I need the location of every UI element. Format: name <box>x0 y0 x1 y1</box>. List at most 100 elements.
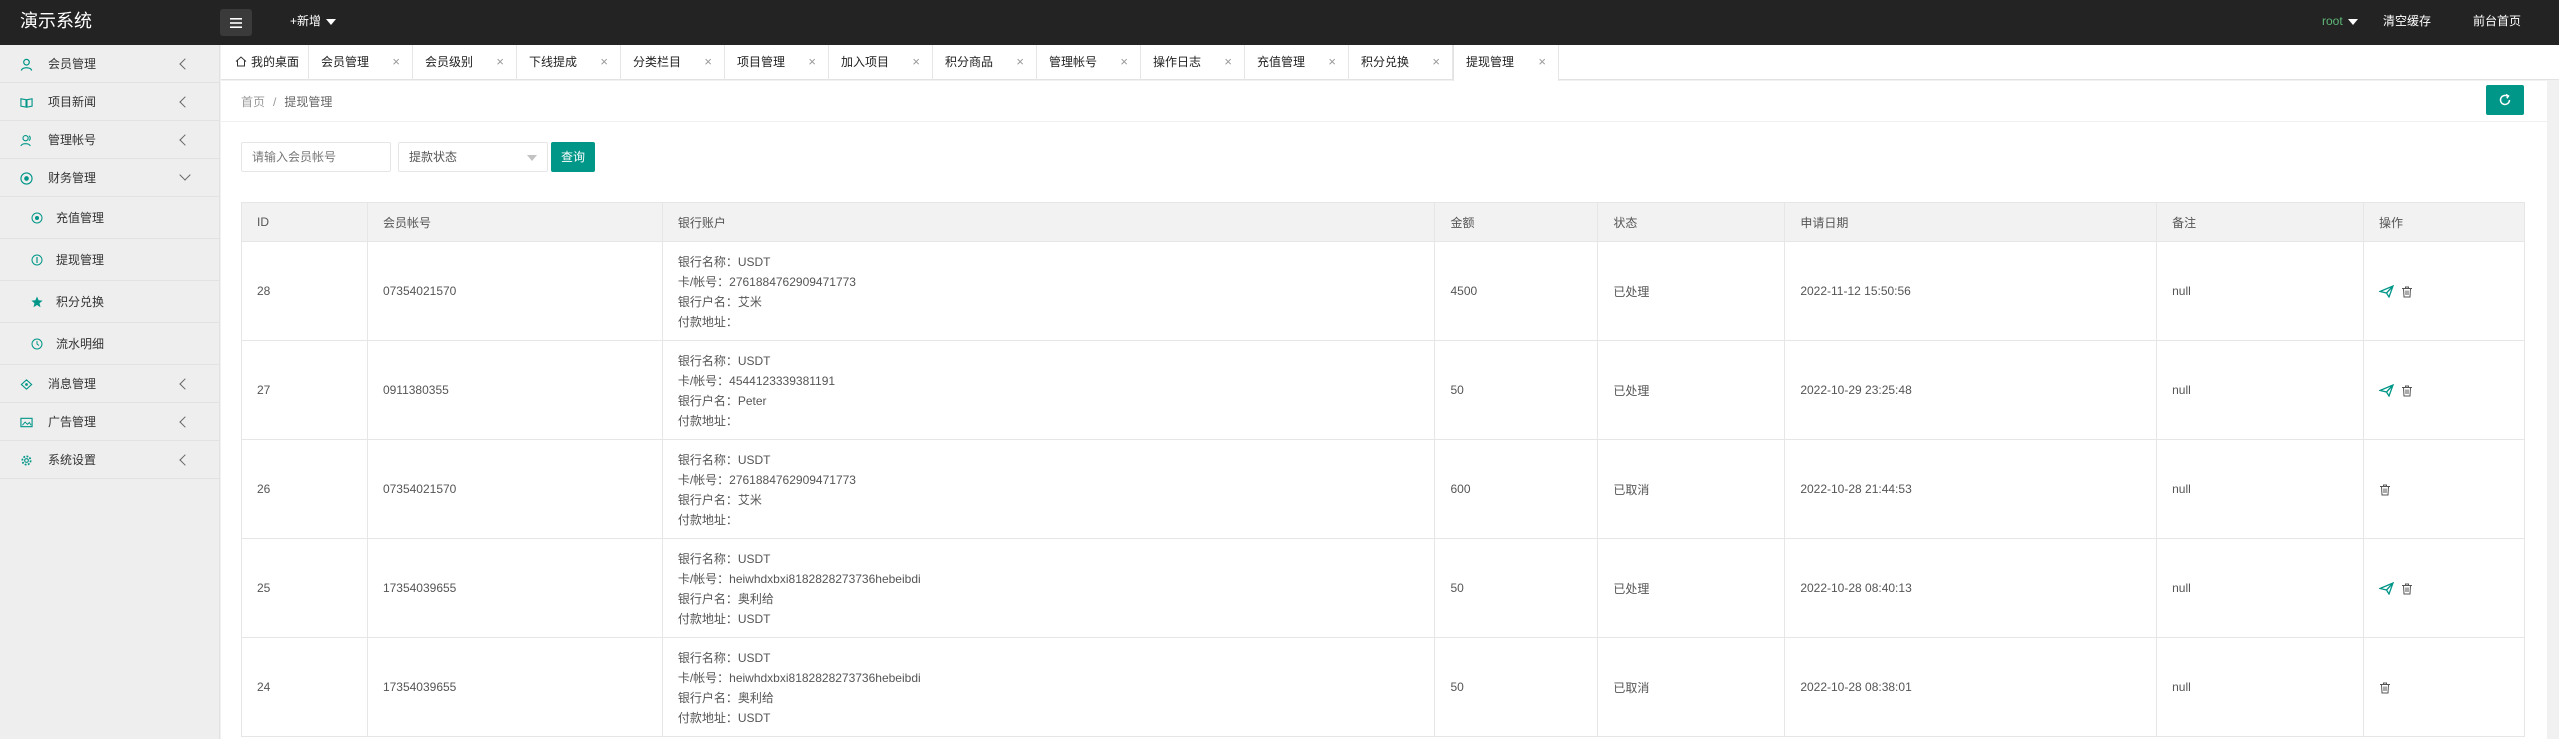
sidebar-item-label: 管理帐号 <box>48 133 97 147</box>
cell-amount: 50 <box>1434 538 1599 638</box>
username: root <box>2322 14 2343 28</box>
breadcrumb-home[interactable]: 首页 <box>241 95 265 109</box>
tab-operation-log[interactable]: 操作日志 × <box>1141 45 1245 80</box>
column-header: 金额 <box>1434 202 1599 242</box>
card-value: 2761884762909471773 <box>729 274 856 289</box>
tab-withdraw[interactable]: 提现管理 × <box>1453 45 1559 81</box>
tab-bar: 我的桌面 会员管理 × 会员级别 × 下线提成 × 分类栏目 × 项目管理 × 加入项目 ×… <box>221 45 2559 81</box>
bank-name-value: USDT <box>737 353 771 368</box>
tab-members[interactable]: 会员管理 × <box>309 45 413 80</box>
cell-account: 07354021570 <box>366 439 663 539</box>
address-value: USDT <box>737 710 771 725</box>
cell-id: 24 <box>241 637 368 737</box>
sidebar-item-finance[interactable]: 财务管理 <box>0 159 219 197</box>
cell-status: 已处理 <box>1597 340 1786 440</box>
close-icon[interactable]: × <box>1538 45 1546 79</box>
holder-value: 奥利给 <box>737 591 774 606</box>
close-icon[interactable]: × <box>1120 45 1128 79</box>
add-new-dropdown[interactable]: +新增 <box>290 0 337 45</box>
query-button[interactable]: 查询 <box>551 142 595 172</box>
tab-downline-commission[interactable]: 下线提成 × <box>517 45 621 80</box>
close-icon[interactable]: × <box>1224 45 1232 79</box>
card-label: 卡/帐号： <box>677 670 730 685</box>
sidebar-item-settings[interactable]: 系统设置 <box>0 441 219 479</box>
trash-icon[interactable] <box>2401 583 2413 595</box>
close-icon[interactable]: × <box>600 45 608 79</box>
tab-admin-accounts[interactable]: 管理帐号 × <box>1037 45 1141 80</box>
cell-id: 27 <box>241 340 368 440</box>
cell-account: 17354039655 <box>366 637 663 737</box>
address-label: 付款地址： <box>677 413 738 428</box>
bank-name-label: 银行名称： <box>677 254 738 269</box>
bank-name-label: 银行名称： <box>677 650 738 665</box>
sidebar-item-news[interactable]: 项目新闻 <box>0 83 219 121</box>
chevron-left-icon <box>179 96 191 108</box>
add-new-label: +新增 <box>290 14 322 28</box>
image-icon <box>20 417 33 428</box>
refresh-button[interactable] <box>2486 85 2524 115</box>
sidebar-subitem-recharge[interactable]: 充值管理 <box>0 197 219 239</box>
holder-value: 艾米 <box>737 492 762 507</box>
close-icon[interactable]: × <box>1016 45 1024 79</box>
trash-icon[interactable] <box>2401 286 2413 298</box>
cell-account: 0911380355 <box>366 340 663 440</box>
tab-points-goods[interactable]: 积分商品 × <box>933 45 1037 80</box>
send-icon[interactable] <box>2379 285 2395 299</box>
withdraw-status-select[interactable]: 提款状态 <box>398 142 548 172</box>
tab-projects[interactable]: 项目管理 × <box>725 45 829 80</box>
trash-icon[interactable] <box>2379 682 2391 694</box>
close-icon[interactable]: × <box>808 45 816 79</box>
card-value: 4544123339381191 <box>729 373 836 388</box>
holder-label: 银行户名： <box>677 591 738 606</box>
sidebar-item-admin-accounts[interactable]: 管理帐号 <box>0 121 219 159</box>
cell-bank-account: 银行名称：USDT 卡/帐号：2761884762909471773 银行户名：… <box>661 439 1436 539</box>
clear-cache-link[interactable]: 清空缓存 <box>2383 0 2431 45</box>
trash-icon[interactable] <box>2379 484 2391 496</box>
tab-join-project[interactable]: 加入项目 × <box>829 45 933 80</box>
sidebar-item-ads[interactable]: 广告管理 <box>0 403 219 441</box>
tab-member-levels[interactable]: 会员级别 × <box>413 45 517 80</box>
sidebar-item-messages[interactable]: 消息管理 <box>0 365 219 403</box>
breadcrumb: 首页 / 提现管理 <box>241 93 332 110</box>
app-title: 演示系统 <box>20 11 92 31</box>
close-icon[interactable]: × <box>496 45 504 79</box>
status-select-placeholder: 提款状态 <box>409 150 458 164</box>
tab-my-desktop[interactable]: 我的桌面 <box>221 45 309 80</box>
close-icon[interactable]: × <box>704 45 712 79</box>
circle-dot-icon <box>31 212 43 224</box>
sidebar: 会员管理 项目新闻 管理帐号 财务管理 充值管理 提现管理 积分兑换 流水明细 … <box>0 45 220 739</box>
cell-remark: null <box>2156 340 2365 440</box>
refresh-icon <box>2499 93 2511 106</box>
cell-date: 2022-10-28 08:40:13 <box>1784 538 2158 638</box>
trash-icon[interactable] <box>2401 385 2413 397</box>
sidebar-subitem-label: 提现管理 <box>56 253 105 267</box>
sidebar-subitem-points-exchange[interactable]: 积分兑换 <box>0 281 219 323</box>
tab-categories[interactable]: 分类栏目 × <box>621 45 725 80</box>
card-label: 卡/帐号： <box>677 571 730 586</box>
send-icon[interactable] <box>2379 384 2395 398</box>
tab-label: 我的桌面 <box>251 55 300 69</box>
user-group-icon <box>20 135 31 147</box>
tab-recharge[interactable]: 充值管理 × <box>1245 45 1349 80</box>
column-header: 申请日期 <box>1784 202 2158 242</box>
close-icon[interactable]: × <box>1328 45 1336 79</box>
cell-actions <box>2363 241 2525 341</box>
close-icon[interactable]: × <box>392 45 400 79</box>
bank-name-label: 银行名称： <box>677 353 738 368</box>
user-dropdown[interactable]: root <box>2322 0 2358 45</box>
cell-remark: null <box>2156 241 2365 341</box>
send-icon[interactable] <box>2379 582 2395 596</box>
tab-points-exchange[interactable]: 积分兑换 × <box>1349 45 1453 80</box>
sidebar-item-members[interactable]: 会员管理 <box>0 45 219 83</box>
table-row: 27 0911380355 银行名称：USDT 卡/帐号：45441233393… <box>241 340 2525 440</box>
sidebar-subitem-transactions[interactable]: 流水明细 <box>0 323 219 365</box>
cell-bank-account: 银行名称：USDT 卡/帐号：2761884762909471773 银行户名：… <box>661 241 1436 341</box>
sidebar-subitem-withdraw[interactable]: 提现管理 <box>0 239 219 281</box>
front-home-link[interactable]: 前台首页 <box>2473 0 2521 45</box>
message-icon <box>20 379 33 390</box>
bank-name-value: USDT <box>737 254 771 269</box>
menu-toggle-button[interactable] <box>220 9 252 36</box>
close-icon[interactable]: × <box>912 45 920 79</box>
member-account-search-input[interactable] <box>241 142 391 172</box>
close-icon[interactable]: × <box>1432 45 1440 79</box>
